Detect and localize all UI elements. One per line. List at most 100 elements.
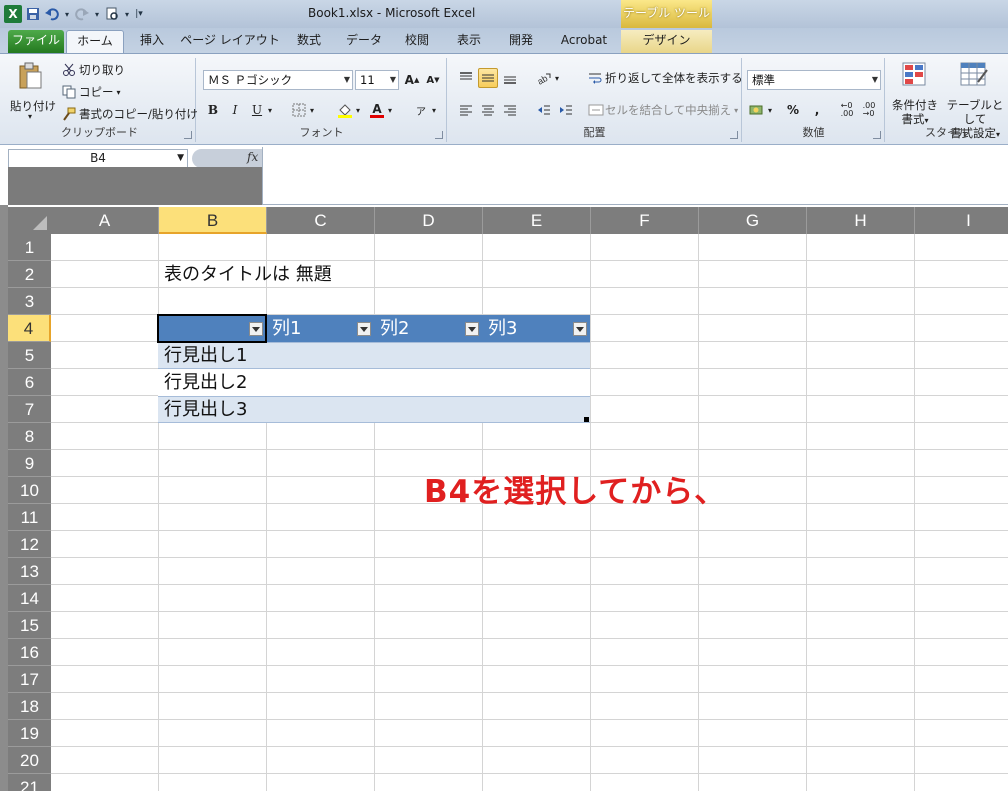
row-header[interactable]: 21 [8,774,51,791]
row-header[interactable]: 9 [8,450,51,477]
comma-button[interactable]: , [807,100,827,120]
format-as-table-button[interactable]: テーブルとして 書式設定▾ [942,60,1008,140]
tab-insert[interactable]: 挿入 [132,30,172,53]
italic-button[interactable]: I [225,100,245,120]
conditional-formatting-button[interactable]: 条件付き 書式▾ [888,60,942,126]
clipboard-launcher-icon[interactable] [184,131,192,139]
row-header-label[interactable]: 行見出し1 [164,342,247,369]
align-right-icon[interactable] [500,100,520,120]
formula-input[interactable] [262,147,1008,205]
font-launcher-icon[interactable] [435,131,443,139]
row-header[interactable]: 6 [8,369,51,396]
row-header[interactable]: 16 [8,639,51,666]
table-title-cell[interactable]: 表のタイトルは 無題 [164,261,332,288]
underline-dropdown-icon[interactable]: ▾ [265,100,275,120]
increase-decimal-icon[interactable]: ←0.00 [837,100,857,120]
row-header[interactable]: 18 [8,693,51,720]
borders-dropdown-icon[interactable]: ▾ [307,100,317,120]
tab-home[interactable]: ホーム [66,30,124,53]
insert-function-icon[interactable]: fx [247,150,258,164]
orientation-icon[interactable]: ab [534,68,554,88]
filter-dropdown-icon[interactable] [465,322,479,336]
column-header-i[interactable]: I [915,207,1008,234]
column-header-e[interactable]: E [483,207,591,234]
undo-dropdown-icon[interactable]: ▾ [63,6,71,22]
row-header[interactable]: 8 [8,423,51,450]
row-header[interactable]: 2 [8,261,51,288]
column-header-b[interactable]: B [159,207,267,234]
font-color-button[interactable]: A [367,100,387,120]
row-header[interactable]: 14 [8,585,51,612]
worksheet-grid[interactable]: 表のタイトルは 無題 列1 列2 列3 行見出し1 行見出し2 行見出し3 [51,234,1008,791]
tab-review[interactable]: 校閲 [396,30,438,53]
number-format-select[interactable]: 標準 ▼ [747,70,881,90]
grow-font-icon[interactable]: A ▲ [402,70,422,90]
row-header-label[interactable]: 行見出し2 [164,369,247,396]
filter-dropdown-icon[interactable] [573,322,587,336]
phonetic-dropdown-icon[interactable]: ▾ [429,100,439,120]
table-resize-handle[interactable] [584,417,589,422]
column-header-f[interactable]: F [591,207,699,234]
copy-button[interactable]: コピー ▾ [62,84,121,100]
font-name-select[interactable]: ＭＳ Ｐゴシック ▼ [203,70,353,90]
fill-color-dropdown-icon[interactable]: ▾ [353,100,363,120]
underline-button[interactable]: U [247,100,267,120]
percent-button[interactable]: % [783,100,803,120]
select-all-button[interactable] [8,207,51,234]
redo-dropdown-icon[interactable]: ▾ [93,6,101,22]
save-icon[interactable] [25,6,41,22]
tab-formulas[interactable]: 数式 [288,30,330,53]
currency-icon[interactable] [747,100,767,120]
paste-button[interactable]: 貼り付け ▾ [10,60,56,122]
filter-dropdown-icon[interactable] [357,322,371,336]
tab-view[interactable]: 表示 [448,30,490,53]
column-header-a[interactable]: A [51,207,159,234]
borders-icon[interactable] [289,100,309,120]
row-header[interactable]: 17 [8,666,51,693]
tab-page-layout[interactable]: ページ レイアウト [180,30,280,53]
tab-acrobat[interactable]: Acrobat [552,30,616,53]
orientation-dropdown-icon[interactable]: ▾ [552,68,562,88]
align-left-icon[interactable] [456,100,476,120]
decrease-decimal-icon[interactable]: .00 →0 [859,100,879,120]
column-header-d[interactable]: D [375,207,483,234]
bold-button[interactable]: B [203,100,223,120]
align-bottom-icon[interactable] [500,68,520,88]
tab-developer[interactable]: 開発 [500,30,542,53]
undo-icon[interactable] [44,6,60,22]
row-header[interactable]: 1 [8,234,51,261]
row-header[interactable]: 13 [8,558,51,585]
fill-color-icon[interactable] [335,100,355,120]
print-preview-icon[interactable] [104,6,120,22]
column-header-g[interactable]: G [699,207,807,234]
align-center-icon[interactable] [478,100,498,120]
alignment-launcher-icon[interactable] [730,131,738,139]
row-header[interactable]: 12 [8,531,51,558]
row-header[interactable]: 11 [8,504,51,531]
name-box[interactable]: B4 ▼ [8,149,188,168]
shrink-font-icon[interactable]: A ▼ [423,70,443,90]
customize-qat-icon[interactable]: |▾ [134,6,144,22]
number-launcher-icon[interactable] [873,131,881,139]
row-header[interactable]: 10 [8,477,51,504]
decrease-indent-icon[interactable] [534,100,554,120]
redo-icon[interactable] [74,6,90,22]
merge-center-button[interactable]: セルを結合して中央揃え ▾ [588,102,738,118]
row-header[interactable]: 5 [8,342,51,369]
tab-data[interactable]: データ [338,30,390,53]
row-header[interactable]: 7 [8,396,51,423]
excel-logo-icon[interactable]: X [4,5,22,23]
font-color-dropdown-icon[interactable]: ▾ [385,100,395,120]
row-header-label[interactable]: 行見出し3 [164,396,247,423]
format-painter-button[interactable]: 書式のコピー/貼り付け [62,106,198,122]
tab-design[interactable]: デザイン [621,30,712,53]
align-middle-icon[interactable] [478,68,498,88]
font-size-select[interactable]: 11 ▼ [355,70,399,90]
row-header[interactable]: 19 [8,720,51,747]
align-top-icon[interactable] [456,68,476,88]
tab-file[interactable]: ファイル [8,30,64,53]
row-header[interactable]: 15 [8,612,51,639]
column-header-c[interactable]: C [267,207,375,234]
row-header[interactable]: 3 [8,288,51,315]
cut-button[interactable]: 切り取り [62,62,125,78]
